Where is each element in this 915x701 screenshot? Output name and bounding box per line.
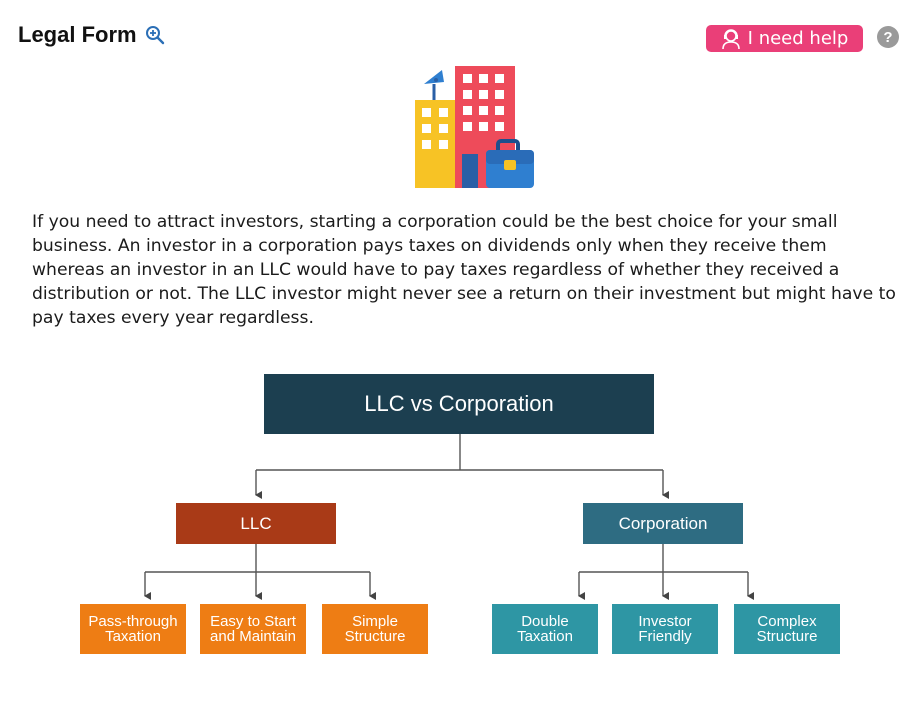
corp-leaf-complex-structure: Complex Structure	[734, 604, 840, 654]
llc-box: LLC	[176, 503, 336, 544]
corp-leaf-double-taxation: Double Taxation	[492, 604, 598, 654]
corporation-box: Corporation	[583, 503, 743, 544]
llc-leaf-pass-through-taxation: Pass-through Taxation	[80, 604, 186, 654]
diagram-root-box: LLC vs Corporation	[264, 374, 654, 434]
corp-leaf-investor-friendly: Investor Friendly	[612, 604, 718, 654]
llc-leaf-simple-structure: Simple Structure	[322, 604, 428, 654]
llc-leaf-easy-to-start: Easy to Start and Maintain	[200, 604, 306, 654]
diagram-connectors	[144, 434, 754, 600]
